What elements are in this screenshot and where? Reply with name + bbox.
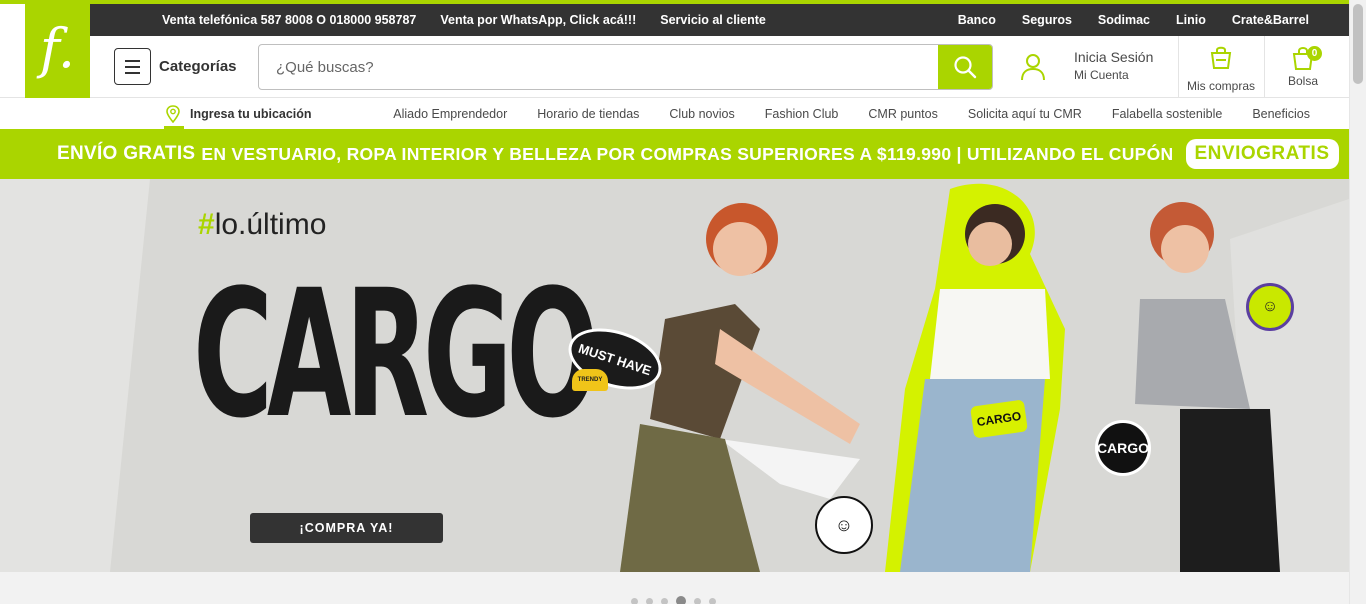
login-link[interactable]: Inicia Sesión Mi Cuenta: [1074, 49, 1153, 82]
promo-text: EN VESTUARIO, ROPA INTERIOR Y BELLEZA PO…: [201, 143, 1174, 164]
hero-banner[interactable]: #lo.último CARGO ¡COMPRA YA! MUST HAVE T…: [0, 179, 1349, 572]
linio-link[interactable]: Linio: [1176, 13, 1206, 27]
nav-link-horario[interactable]: Horario de tiendas: [537, 107, 639, 121]
page: f. Venta telefónica 587 8008 O 018000 95…: [0, 0, 1366, 604]
carousel-dot[interactable]: [646, 597, 653, 604]
location-selector[interactable]: Ingresa tu ubicación: [166, 98, 312, 129]
logo-glyph: f.: [39, 17, 76, 80]
menu-button[interactable]: [114, 48, 151, 85]
carousel-dot[interactable]: [631, 597, 638, 604]
promo-strong: ENVÍO GRATIS: [57, 143, 196, 164]
customer-service-link[interactable]: Servicio al cliente: [660, 13, 766, 27]
nav-link-sostenible[interactable]: Falabella sostenible: [1112, 107, 1223, 121]
falabella-logo[interactable]: f.: [25, 0, 90, 98]
baggy-smiley-sticker: ☺: [815, 496, 873, 554]
trendy-sticker: TRENDY: [572, 369, 608, 391]
carousel-dot[interactable]: [694, 597, 701, 604]
banco-link[interactable]: Banco: [958, 13, 996, 27]
nav-link-beneficios[interactable]: Beneficios: [1252, 107, 1310, 121]
nav-link-fashion-club[interactable]: Fashion Club: [765, 107, 839, 121]
hero-title: CARGO: [193, 252, 599, 457]
cratebarrel-link[interactable]: Crate&Barrel: [1232, 13, 1309, 27]
secondary-nav: Ingresa tu ubicación Aliado Emprendedor …: [0, 98, 1349, 129]
bag-label: Bolsa: [1287, 74, 1319, 88]
categories-label[interactable]: Categorías: [159, 58, 237, 75]
search-icon: [954, 56, 977, 79]
scrollbar-thumb[interactable]: [1353, 4, 1363, 84]
nav-link-club-novios[interactable]: Club novios: [669, 107, 734, 121]
login-line1: Inicia Sesión: [1074, 49, 1154, 65]
phone-sales-link[interactable]: Venta telefónica 587 8008 O 018000 95878…: [162, 13, 416, 27]
location-pin-icon: [166, 104, 180, 123]
sodimac-link[interactable]: Sodimac: [1098, 13, 1150, 27]
carousel-dots: [631, 596, 716, 604]
shop-now-button[interactable]: ¡COMPRA YA!: [250, 513, 443, 543]
search-button[interactable]: [938, 45, 992, 89]
carousel-dot[interactable]: [661, 597, 668, 604]
bag-count-badge: 0: [1307, 46, 1322, 61]
hamburger-icon: [125, 59, 140, 62]
header-divider: [1264, 36, 1265, 98]
user-icon[interactable]: [1020, 53, 1046, 81]
search-input[interactable]: [259, 45, 939, 89]
nav-link-cmr-puntos[interactable]: CMR puntos: [868, 107, 937, 121]
location-label: Ingresa tu ubicación: [190, 106, 312, 121]
carousel-dot-active[interactable]: [676, 596, 686, 604]
nav-link-solicita-cmr[interactable]: Solicita aquí tu CMR: [968, 107, 1082, 121]
smiley-icon: ☺: [834, 514, 854, 535]
my-purchases-button[interactable]: Mis compras: [1186, 44, 1256, 93]
coupon-code: ENVIOGRATIS: [1185, 139, 1339, 169]
search-box: [258, 44, 993, 90]
nav-link-aliado[interactable]: Aliado Emprendedor: [393, 107, 507, 121]
whatsapp-sales-link[interactable]: Venta por WhatsApp, Click acá!!!: [440, 13, 636, 27]
login-line2: Mi Cuenta: [1074, 68, 1129, 82]
header-divider: [1178, 36, 1179, 98]
page-scrollbar[interactable]: [1349, 0, 1366, 604]
top-utility-bar: Venta telefónica 587 8008 O 018000 95878…: [90, 4, 1349, 36]
purchases-label: Mis compras: [1186, 79, 1255, 93]
carousel-dot[interactable]: [709, 597, 716, 604]
free-shipping-banner[interactable]: ENVÍO GRATIS EN VESTUARIO, ROPA INTERIOR…: [0, 129, 1349, 179]
baggy-smiley-sticker-2: ☺: [1246, 283, 1294, 331]
cargo-sticker-round: CARGO: [1095, 420, 1151, 476]
purchases-bag-icon: [1210, 46, 1232, 69]
main-header: Categorías Inicia Sesión Mi Cuenta Mis c…: [0, 36, 1349, 98]
bag-button[interactable]: 0 Bolsa: [1283, 44, 1323, 88]
smiley-icon: ☺: [1261, 298, 1279, 315]
seguros-link[interactable]: Seguros: [1022, 13, 1072, 27]
